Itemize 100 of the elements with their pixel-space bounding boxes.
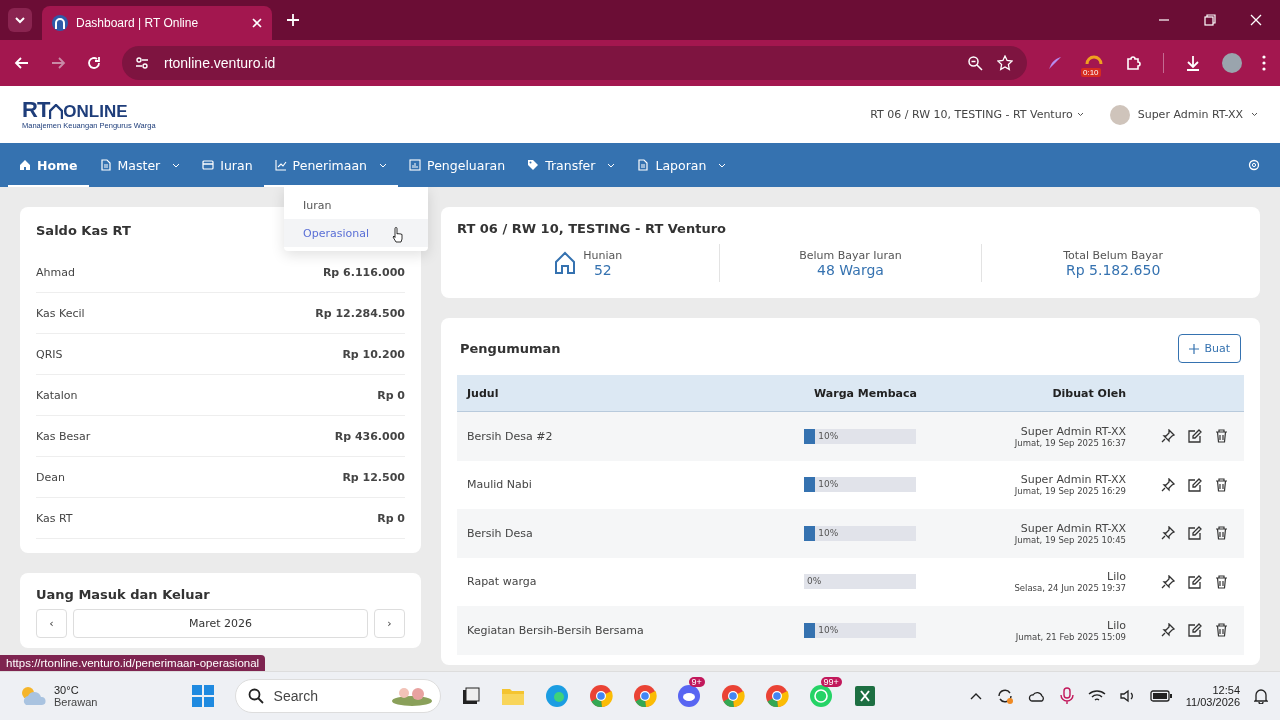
created-date: Jumat, 21 Feb 2025 15:09 <box>1015 631 1126 642</box>
account-balance: Rp 12.284.500 <box>315 306 405 320</box>
month-selector[interactable]: Maret 2026 <box>73 609 368 638</box>
pin-icon[interactable] <box>1161 623 1175 638</box>
account-balance: Rp 436.000 <box>334 429 405 443</box>
cloud-icon[interactable] <box>1027 689 1046 703</box>
account-name: Kas Besar <box>36 429 91 443</box>
download-icon[interactable] <box>1184 54 1202 72</box>
account-name: QRIS <box>36 347 63 361</box>
location-dropdown[interactable]: RT 06 / RW 10, TESTING - RT Venturo <box>870 108 1084 121</box>
tab-title: Dashboard | RT Online <box>76 16 200 30</box>
chrome-icon[interactable] <box>720 684 745 708</box>
close-icon[interactable] <box>1250 14 1262 26</box>
delete-icon[interactable] <box>1215 429 1228 444</box>
card-title: Uang Masuk dan Keluar <box>36 587 211 602</box>
pin-icon[interactable] <box>1161 429 1175 444</box>
bar-chart-icon <box>409 159 422 171</box>
plus-icon <box>1189 343 1200 354</box>
house-logo-icon <box>49 104 64 120</box>
chrome-icon[interactable] <box>764 684 789 708</box>
chrome-icon[interactable] <box>588 684 613 708</box>
nav-tab[interactable]: Pengeluaran <box>398 143 517 187</box>
chrome-icon[interactable] <box>632 684 657 708</box>
task-view-icon[interactable] <box>460 686 481 706</box>
nav-tab[interactable]: Master <box>88 143 192 187</box>
edit-icon[interactable] <box>1188 429 1202 444</box>
nav-tab[interactable]: Transfer <box>516 143 627 187</box>
reload-icon[interactable] <box>86 55 102 71</box>
microphone-icon[interactable] <box>1059 687 1074 705</box>
puzzle-icon[interactable] <box>1125 54 1143 72</box>
nav-tab[interactable]: Laporan <box>626 143 738 187</box>
progress-label: 10% <box>818 624 839 636</box>
edit-icon[interactable] <box>1188 574 1202 589</box>
address-field[interactable]: rtonline.venturo.id <box>122 46 1027 80</box>
forward-icon[interactable] <box>50 55 66 71</box>
table-cell-text: Maulid Nabi <box>467 478 533 492</box>
nav-tab[interactable]: Home <box>8 143 89 187</box>
account-balance: Rp 12.500 <box>342 470 405 484</box>
star-icon[interactable] <box>997 55 1013 71</box>
house-icon <box>553 251 578 275</box>
chevron-up-icon[interactable] <box>969 692 982 700</box>
progress-label: 10% <box>818 479 839 491</box>
delete-icon[interactable] <box>1215 526 1228 541</box>
close-icon[interactable] <box>252 18 262 28</box>
menu-item[interactable]: Operasional <box>284 219 428 247</box>
feather-icon[interactable] <box>1047 55 1063 71</box>
taskbar-search[interactable]: Search <box>234 679 441 713</box>
tab-search-button[interactable] <box>8 8 32 32</box>
settings-icon[interactable] <box>1248 159 1260 171</box>
stat-label: Total Belum Bayar <box>1063 248 1164 262</box>
edit-icon[interactable] <box>1188 623 1202 638</box>
card-title: RT 06 / RW 10, TESTING - RT Venturo <box>457 221 727 236</box>
next-month-button[interactable]: › <box>374 609 405 638</box>
stat-value: Rp 5.182.650 <box>1066 261 1161 278</box>
column-header: Dibuat Oleh <box>1051 386 1126 400</box>
user-menu[interactable]: Super Admin RT-XX <box>1109 104 1258 125</box>
site-settings-icon[interactable] <box>134 55 150 71</box>
browser-tab[interactable]: Dashboard | RT Online <box>42 6 272 40</box>
delete-icon[interactable] <box>1215 623 1228 638</box>
restore-icon[interactable] <box>1204 14 1216 26</box>
status-url: https://rtonline.venturo.id/penerimaan-operasional <box>0 655 266 671</box>
wifi-icon[interactable] <box>1087 689 1106 703</box>
notification-bell-icon[interactable] <box>1254 688 1268 704</box>
pin-icon[interactable] <box>1161 526 1175 541</box>
logo-text: RT <box>22 99 50 121</box>
excel-icon[interactable] <box>852 684 877 708</box>
column-header: Warga Membaca <box>813 386 918 400</box>
menu-icon[interactable] <box>1262 55 1266 71</box>
profile-avatar[interactable] <box>1222 53 1242 73</box>
create-button[interactable]: Buat <box>1178 334 1241 363</box>
created-date: Jumat, 19 Sep 2025 16:29 <box>1014 486 1126 497</box>
search-placeholder: Search <box>273 688 318 704</box>
new-tab-icon[interactable] <box>286 13 300 27</box>
stat-value: 52 <box>593 261 612 278</box>
sync-icon[interactable] <box>995 687 1014 705</box>
menu-item[interactable]: Iuran <box>284 191 428 219</box>
timer-badge: 0:10 <box>1081 68 1101 77</box>
stat-label: Belum Bayar Iuran <box>799 248 902 262</box>
line-chart-icon <box>274 159 287 171</box>
account-name: Kas RT <box>36 511 73 525</box>
battery-icon[interactable] <box>1149 690 1172 702</box>
previous-month-button[interactable]: ‹ <box>36 609 67 638</box>
author-name: Lilo <box>1107 570 1126 584</box>
extension-button[interactable]: 0:10 <box>1083 52 1105 74</box>
pin-icon[interactable] <box>1161 574 1175 589</box>
pin-icon[interactable] <box>1161 477 1175 492</box>
edit-icon[interactable] <box>1188 526 1202 541</box>
clock-date: 11/03/2026 <box>1185 696 1240 708</box>
nav-tab[interactable]: Iuran <box>191 143 264 187</box>
account-name: Ahmad <box>36 265 75 279</box>
author-name: Super Admin RT-XX <box>1020 473 1126 487</box>
author-name: Lilo <box>1107 618 1126 632</box>
start-icon[interactable] <box>190 684 215 708</box>
card-title: Pengumuman <box>460 341 561 356</box>
back-icon[interactable] <box>14 55 30 71</box>
volume-icon[interactable] <box>1119 689 1136 703</box>
zoom-icon[interactable] <box>967 55 983 71</box>
delete-icon[interactable] <box>1215 477 1228 492</box>
delete-icon[interactable] <box>1215 574 1228 589</box>
edit-icon[interactable] <box>1188 477 1202 492</box>
